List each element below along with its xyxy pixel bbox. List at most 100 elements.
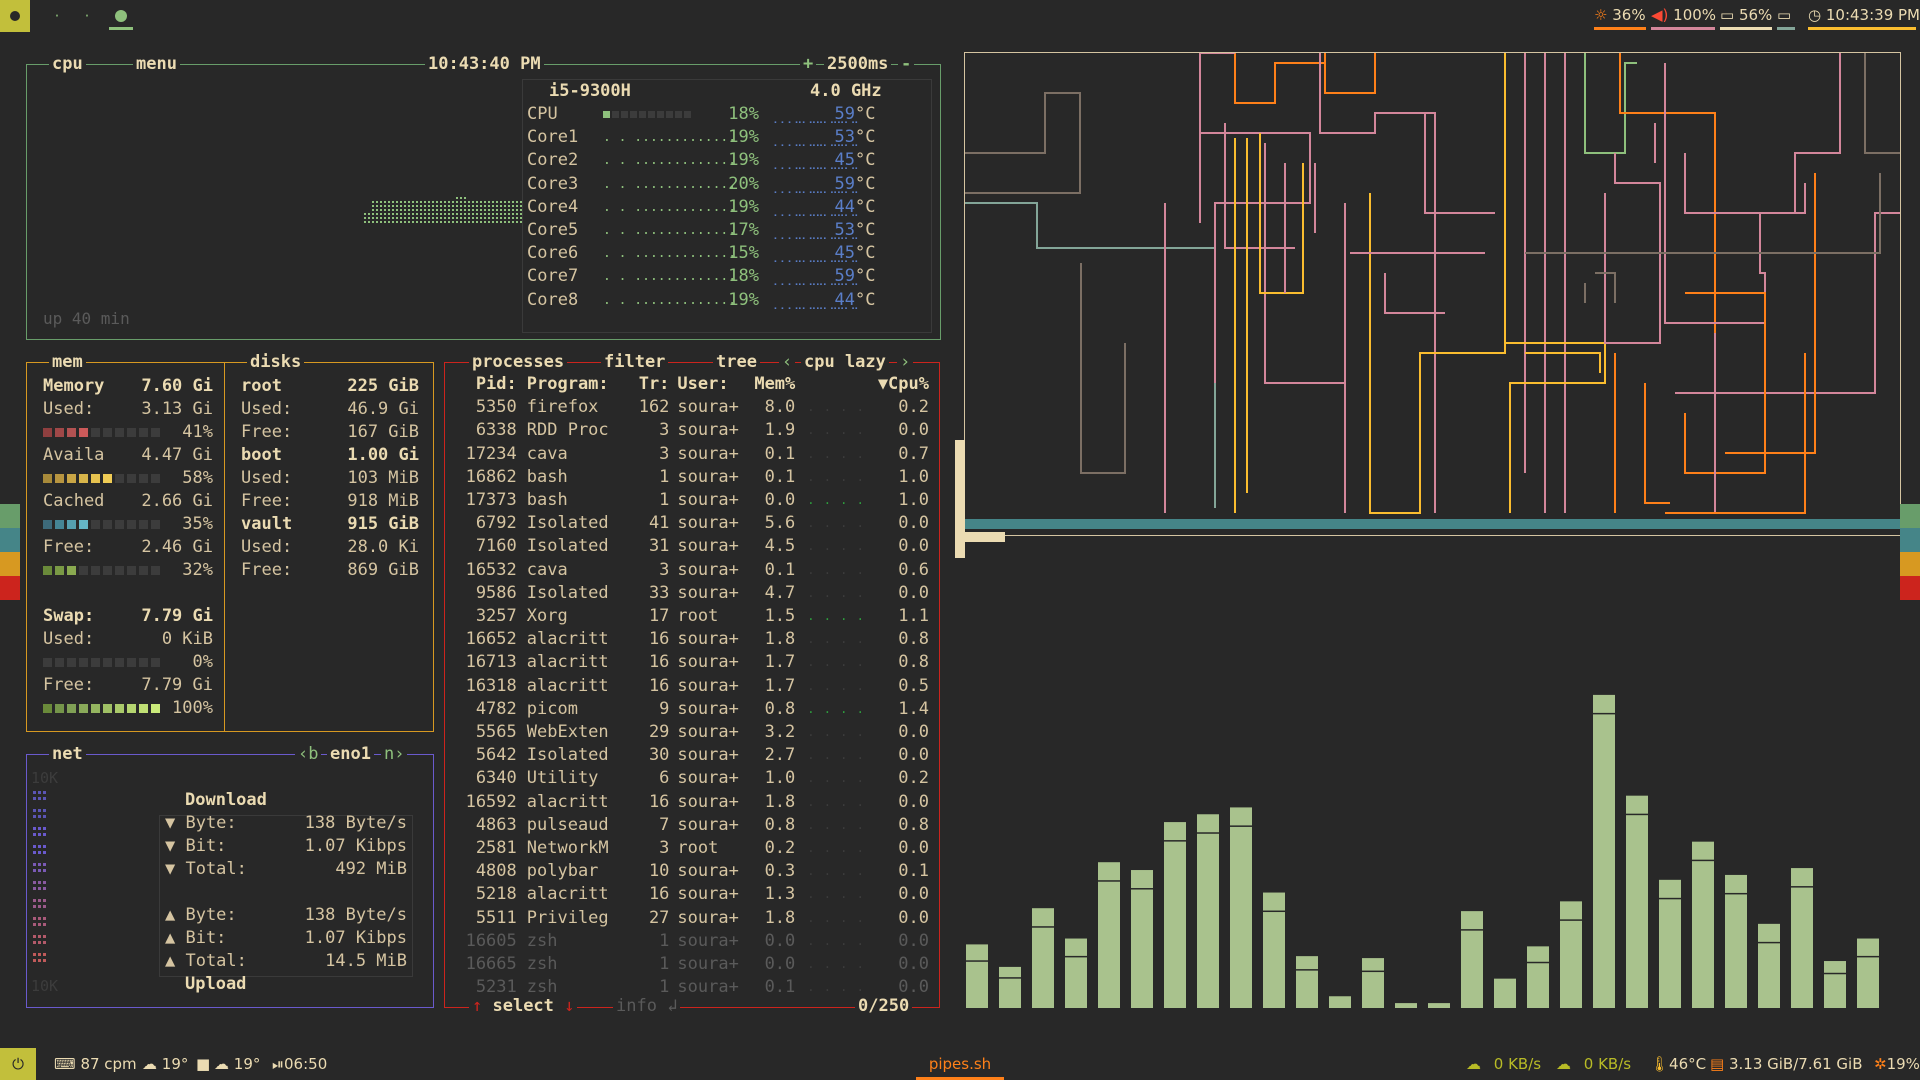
process-row[interactable]: 6340 Utility 6 soura+ 1.0 . . . . 0.2 bbox=[459, 767, 929, 790]
net-up-module[interactable]: ☁ 0 KB/s bbox=[1556, 1048, 1631, 1080]
memory-label: Memory bbox=[43, 376, 105, 396]
cpu-graph-dot bbox=[368, 213, 370, 215]
pipes-window[interactable] bbox=[964, 52, 1901, 536]
col-pid[interactable]: Pid: bbox=[459, 373, 517, 396]
weather-module-1[interactable]: ☁ 19° bbox=[142, 1048, 188, 1080]
process-row[interactable]: 7160 Isolated 31 soura+ 4.5 . . . . 0.0 bbox=[459, 535, 929, 558]
process-threads: 33 bbox=[648, 582, 670, 603]
process-user: root bbox=[677, 838, 719, 859]
download-label: Download bbox=[185, 790, 267, 810]
process-row[interactable]: 6792 Isolated 41 soura+ 5.6 . . . . 0.0 bbox=[459, 512, 929, 535]
sort-mode[interactable]: cpu lazy bbox=[801, 351, 889, 373]
mem-title[interactable]: mem bbox=[49, 351, 86, 373]
process-row[interactable]: 16665 zsh 1 soura+ 0.0 . . . . 0.0 bbox=[459, 953, 929, 976]
cpu-graph-dot bbox=[468, 217, 470, 219]
weather-module-2[interactable]: ☁ 19° bbox=[214, 1048, 260, 1080]
net-graph-dot bbox=[43, 923, 46, 926]
process-row[interactable]: 5218 alacritt 16 soura+ 1.3 . . . . 0.0 bbox=[459, 883, 929, 906]
interval-minus-button[interactable]: - bbox=[898, 53, 915, 75]
process-row[interactable]: 5565 WebExten 29 soura+ 3.2 . . . . 0.0 bbox=[459, 721, 929, 744]
process-row[interactable]: 6338 RDD Proc 3 soura+ 1.9 . . . . 0.0 bbox=[459, 419, 929, 442]
cpu-graph-dot bbox=[388, 221, 390, 223]
processes-title[interactable]: processes bbox=[469, 351, 568, 373]
workspace-2-button[interactable]: · bbox=[42, 0, 72, 32]
power-button[interactable]: ⏻ bbox=[0, 1048, 36, 1080]
process-row[interactable]: 4782 picom 9 soura+ 0.8 . . . . 1.4 bbox=[459, 698, 929, 721]
process-user: soura+ bbox=[677, 954, 739, 975]
net-graph-dot bbox=[33, 797, 36, 800]
core-temp: 44 bbox=[834, 289, 855, 310]
tree-button[interactable]: tree bbox=[713, 351, 760, 373]
core-temp-unit: °C bbox=[855, 266, 876, 287]
net-title[interactable]: net bbox=[49, 743, 86, 765]
core-temp-unit: °C bbox=[855, 104, 876, 124]
interval-plus-button[interactable]: + bbox=[800, 53, 817, 75]
col-user[interactable]: User: bbox=[669, 373, 749, 396]
cpu-graph-dot bbox=[496, 217, 498, 219]
process-cpu-graph: . . . . bbox=[807, 562, 865, 577]
display-module[interactable]: ▭ bbox=[1777, 0, 1795, 32]
workspace-1-button[interactable] bbox=[0, 0, 30, 32]
stop-button[interactable]: ■ bbox=[196, 1048, 210, 1080]
sort-prev-button[interactable]: ‹ bbox=[779, 351, 796, 373]
cpu-graph-dot bbox=[440, 221, 442, 223]
process-row[interactable]: 16862 bash 1 soura+ 0.1 . . . . 1.0 bbox=[459, 466, 929, 489]
battery-module[interactable]: ▭ 56% bbox=[1720, 0, 1772, 32]
process-cpu: 0.0 bbox=[898, 420, 929, 441]
process-mem: 0.8 bbox=[764, 814, 796, 835]
col-program[interactable]: Program: bbox=[517, 373, 630, 396]
process-cpu: 0.5 bbox=[898, 675, 929, 696]
workspace-4-button[interactable] bbox=[106, 0, 136, 32]
col-mem[interactable]: Mem% bbox=[750, 373, 795, 396]
process-row[interactable]: 16532 cava 3 soura+ 0.1 . . . . 0.6 bbox=[459, 559, 929, 582]
clock-module[interactable]: ◷ 10:43:39 PM bbox=[1808, 0, 1920, 32]
filter-button[interactable]: filter bbox=[601, 351, 669, 373]
disk-name: vault bbox=[241, 514, 293, 534]
net-down-module[interactable]: ☁ 0 KB/s bbox=[1466, 1048, 1541, 1080]
select-button[interactable]: select bbox=[492, 996, 553, 1016]
window-title[interactable]: pipes.sh bbox=[916, 1048, 1004, 1080]
workspace-3-button[interactable]: · bbox=[72, 0, 102, 32]
net-graph-dot bbox=[43, 833, 46, 836]
process-row[interactable]: 16605 zsh 1 soura+ 0.0 . . . . 0.0 bbox=[459, 930, 929, 953]
col-cpu[interactable]: ▼Cpu% bbox=[867, 373, 929, 396]
process-row[interactable]: 16318 alacritt 16 soura+ 1.7 . . . . 0.5 bbox=[459, 675, 929, 698]
info-button[interactable]: info ↲ bbox=[613, 995, 681, 1017]
col-threads[interactable]: Tr: bbox=[630, 373, 670, 396]
cpu-graph-dot bbox=[456, 209, 458, 211]
process-row[interactable]: 17373 bash 1 soura+ 0.0 . . . . 1.0 bbox=[459, 489, 929, 512]
cava-bar-peak bbox=[1461, 929, 1483, 931]
process-row[interactable]: 5350 firefox 162 soura+ 8.0 . . . . 0.2 bbox=[459, 396, 929, 419]
swap-free-percent: 100% bbox=[172, 698, 213, 718]
sort-next-button[interactable]: › bbox=[897, 351, 914, 373]
core-percent: 19% bbox=[728, 127, 759, 148]
process-program: NetworkM bbox=[526, 838, 609, 859]
cpu-menu-button[interactable]: menu bbox=[133, 53, 180, 75]
process-row[interactable]: 16652 alacritt 16 soura+ 1.8 . . . . 0.8 bbox=[459, 628, 929, 651]
process-row[interactable]: 5642 Isolated 30 soura+ 2.7 . . . . 0.0 bbox=[459, 744, 929, 767]
cpu-graph-dot bbox=[440, 209, 442, 211]
volume-module[interactable]: ◀) 100% bbox=[1651, 0, 1716, 32]
process-row[interactable]: 16713 alacritt 16 soura+ 1.7 . . . . 0.8 bbox=[459, 651, 929, 674]
process-row[interactable]: 17234 cava 3 soura+ 0.1 . . . . 0.7 bbox=[459, 443, 929, 466]
cpm-module[interactable]: ⌨ 87 cpm bbox=[54, 1048, 137, 1080]
cpu-temp-module[interactable]: 🌡46°C bbox=[1650, 1048, 1706, 1080]
net-graph-dot bbox=[38, 797, 41, 800]
disks-title[interactable]: disks bbox=[247, 351, 305, 373]
process-row[interactable]: 2581 NetworkM 3 root 0.2 . . . . 0.0 bbox=[459, 837, 929, 860]
cpu-module[interactable]: ✲19% bbox=[1874, 1048, 1920, 1080]
cpu-title[interactable]: cpu bbox=[49, 53, 86, 75]
memory-total: 7.60 Gi bbox=[141, 376, 213, 396]
brightness-module[interactable]: ☼ 36% bbox=[1594, 0, 1646, 32]
process-row[interactable]: 3257 Xorg 17 root 1.5 . . . . 1.1 bbox=[459, 605, 929, 628]
media-module[interactable]: ⏯06:50 bbox=[272, 1048, 327, 1080]
net-next-iface-button[interactable]: n› bbox=[381, 743, 408, 765]
process-row[interactable]: 9586 Isolated 33 soura+ 4.7 . . . . 0.0 bbox=[459, 582, 929, 605]
net-prev-iface-button[interactable]: ‹b bbox=[295, 743, 322, 765]
process-row[interactable]: 5511 Privileg 27 soura+ 1.8 . . . . 0.0 bbox=[459, 907, 929, 930]
ram-module[interactable]: ▤ 3.13 GiB/7.61 GiB bbox=[1710, 1048, 1863, 1080]
process-program: cava bbox=[526, 443, 568, 464]
process-row[interactable]: 4808 polybar 10 soura+ 0.3 . . . . 0.1 bbox=[459, 860, 929, 883]
process-row[interactable]: 16592 alacritt 16 soura+ 1.8 . . . . 0.0 bbox=[459, 791, 929, 814]
process-row[interactable]: 4863 pulseaud 7 soura+ 0.8 . . . . 0.8 bbox=[459, 814, 929, 837]
